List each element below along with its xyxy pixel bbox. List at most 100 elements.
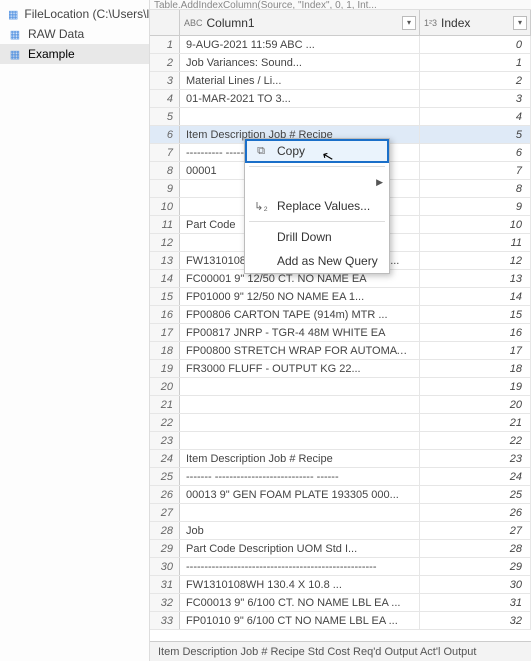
cell-column1[interactable]: Job Variances: Sound... <box>180 54 420 71</box>
cell-index[interactable]: 23 <box>420 450 531 467</box>
row-number[interactable]: 31 <box>150 576 180 593</box>
cell-index[interactable]: 28 <box>420 540 531 557</box>
row-number[interactable]: 17 <box>150 324 180 341</box>
row-number[interactable]: 20 <box>150 378 180 395</box>
grid-body[interactable]: 19-AUG-2021 11:59 ABC ...02 Job Variance… <box>150 36 531 641</box>
table-row[interactable]: 28 Job27 <box>150 522 531 540</box>
cell-column1[interactable]: ------- --------------------------- ----… <box>180 468 420 485</box>
cell-index[interactable]: 14 <box>420 288 531 305</box>
cell-column1[interactable] <box>180 504 420 521</box>
table-row[interactable]: 25------- --------------------------- --… <box>150 468 531 486</box>
row-number[interactable]: 15 <box>150 288 180 305</box>
context-menu-copy[interactable]: ⧉ Copy <box>245 139 389 163</box>
cell-index[interactable]: 31 <box>420 594 531 611</box>
row-number[interactable]: 11 <box>150 216 180 233</box>
cell-index[interactable]: 11 <box>420 234 531 251</box>
cell-column1[interactable]: 01-MAR-2021 TO 3... <box>180 90 420 107</box>
row-number[interactable]: 13 <box>150 252 180 269</box>
row-number[interactable]: 4 <box>150 90 180 107</box>
cell-index[interactable]: 25 <box>420 486 531 503</box>
cell-column1[interactable] <box>180 108 420 125</box>
cell-index[interactable]: 12 <box>420 252 531 269</box>
row-number[interactable]: 28 <box>150 522 180 539</box>
table-row[interactable]: 3 Material Lines / Li...2 <box>150 72 531 90</box>
table-row[interactable]: 2726 <box>150 504 531 522</box>
filter-dropdown-icon[interactable]: ▾ <box>402 16 416 30</box>
cell-column1[interactable]: 9-AUG-2021 11:59 ABC ... <box>180 36 420 53</box>
table-row[interactable]: 19 FR3000 FLUFF - OUTPUT KG 22...18 <box>150 360 531 378</box>
row-number[interactable]: 6 <box>150 126 180 143</box>
sidebar-item-filelocation[interactable]: ▦ FileLocation (C:\Users\lisde... <box>0 4 149 24</box>
row-number[interactable]: 21 <box>150 396 180 413</box>
select-all-corner[interactable] <box>150 10 180 35</box>
cell-column1[interactable]: FP00800 STRETCH WRAP FOR AUTOMATI... <box>180 342 420 359</box>
table-row[interactable]: 2 Job Variances: Sound...1 <box>150 54 531 72</box>
cell-index[interactable]: 9 <box>420 198 531 215</box>
cell-index[interactable]: 29 <box>420 558 531 575</box>
row-number[interactable]: 19 <box>150 360 180 377</box>
table-row[interactable]: 2120 <box>150 396 531 414</box>
cell-column1[interactable]: FC00013 9" 6/100 CT. NO NAME LBL EA ... <box>180 594 420 611</box>
row-number[interactable]: 27 <box>150 504 180 521</box>
row-number[interactable]: 24 <box>150 450 180 467</box>
row-number[interactable]: 3 <box>150 72 180 89</box>
row-number[interactable]: 29 <box>150 540 180 557</box>
row-number[interactable]: 32 <box>150 594 180 611</box>
sidebar-item-rawdata[interactable]: ▦ RAW Data <box>0 24 149 44</box>
row-number[interactable]: 30 <box>150 558 180 575</box>
cell-index[interactable]: 18 <box>420 360 531 377</box>
cell-index[interactable]: 4 <box>420 108 531 125</box>
cell-index[interactable]: 8 <box>420 180 531 197</box>
cell-column1[interactable]: Item Description Job # Recipe <box>180 450 420 467</box>
cell-index[interactable]: 15 <box>420 306 531 323</box>
table-row[interactable]: 54 <box>150 108 531 126</box>
cell-index[interactable]: 16 <box>420 324 531 341</box>
cell-index[interactable]: 0 <box>420 36 531 53</box>
row-number[interactable]: 7 <box>150 144 180 161</box>
cell-column1[interactable]: FP01000 9" 12/50 NO NAME EA 1... <box>180 288 420 305</box>
table-row[interactable]: 4 01-MAR-2021 TO 3...3 <box>150 90 531 108</box>
sidebar-item-example[interactable]: ▦ Example <box>0 44 149 64</box>
row-number[interactable]: 1 <box>150 36 180 53</box>
column-header-index[interactable]: 1²3 Index ▾ <box>420 10 531 35</box>
context-menu-add-as-new-query[interactable]: Add as New Query <box>245 249 389 273</box>
row-number[interactable]: 22 <box>150 414 180 431</box>
row-number[interactable]: 9 <box>150 180 180 197</box>
cell-index[interactable]: 22 <box>420 432 531 449</box>
cell-index[interactable]: 10 <box>420 216 531 233</box>
cell-index[interactable]: 32 <box>420 612 531 629</box>
row-number[interactable]: 16 <box>150 306 180 323</box>
cell-index[interactable]: 3 <box>420 90 531 107</box>
cell-index[interactable]: 5 <box>420 126 531 143</box>
table-row[interactable]: 18 FP00800 STRETCH WRAP FOR AUTOMATI...1… <box>150 342 531 360</box>
cell-index[interactable]: 27 <box>420 522 531 539</box>
cell-column1[interactable]: FW1310108WH 130.4 X 10.8 ... <box>180 576 420 593</box>
cell-column1[interactable] <box>180 396 420 413</box>
table-row[interactable]: 19-AUG-2021 11:59 ABC ...0 <box>150 36 531 54</box>
formula-bar[interactable]: Table.AddIndexColumn(Source, "Index", 0,… <box>150 0 531 10</box>
cell-index[interactable]: 7 <box>420 162 531 179</box>
cell-column1[interactable]: FP00817 JNRP - TGR-4 48M WHITE EA <box>180 324 420 341</box>
cell-index[interactable]: 24 <box>420 468 531 485</box>
table-row[interactable]: 31 FW1310108WH 130.4 X 10.8 ...30 <box>150 576 531 594</box>
context-menu-drill-down[interactable]: Drill Down <box>245 225 389 249</box>
cell-column1[interactable]: FP01010 9" 6/100 CT NO NAME LBL EA ... <box>180 612 420 629</box>
cell-column1[interactable]: 00013 9" GEN FOAM PLATE 193305 000... <box>180 486 420 503</box>
row-number[interactable]: 25 <box>150 468 180 485</box>
cell-column1[interactable] <box>180 414 420 431</box>
row-number[interactable]: 14 <box>150 270 180 287</box>
cell-column1[interactable]: ----------------------------------------… <box>180 558 420 575</box>
table-row[interactable]: 22 21 <box>150 414 531 432</box>
table-row[interactable]: 16 FP00806 CARTON TAPE (914m) MTR ...15 <box>150 306 531 324</box>
cell-column1[interactable] <box>180 432 420 449</box>
row-number[interactable]: 18 <box>150 342 180 359</box>
row-number[interactable]: 8 <box>150 162 180 179</box>
cell-column1[interactable]: Part Code Description UOM Std I... <box>180 540 420 557</box>
table-row[interactable]: 32 FC00013 9" 6/100 CT. NO NAME LBL EA .… <box>150 594 531 612</box>
table-row[interactable]: 2600013 9" GEN FOAM PLATE 193305 000...2… <box>150 486 531 504</box>
cell-index[interactable]: 1 <box>420 54 531 71</box>
cell-index[interactable]: 30 <box>420 576 531 593</box>
table-row[interactable]: 2019 <box>150 378 531 396</box>
cell-index[interactable]: 21 <box>420 414 531 431</box>
row-number[interactable]: 2 <box>150 54 180 71</box>
